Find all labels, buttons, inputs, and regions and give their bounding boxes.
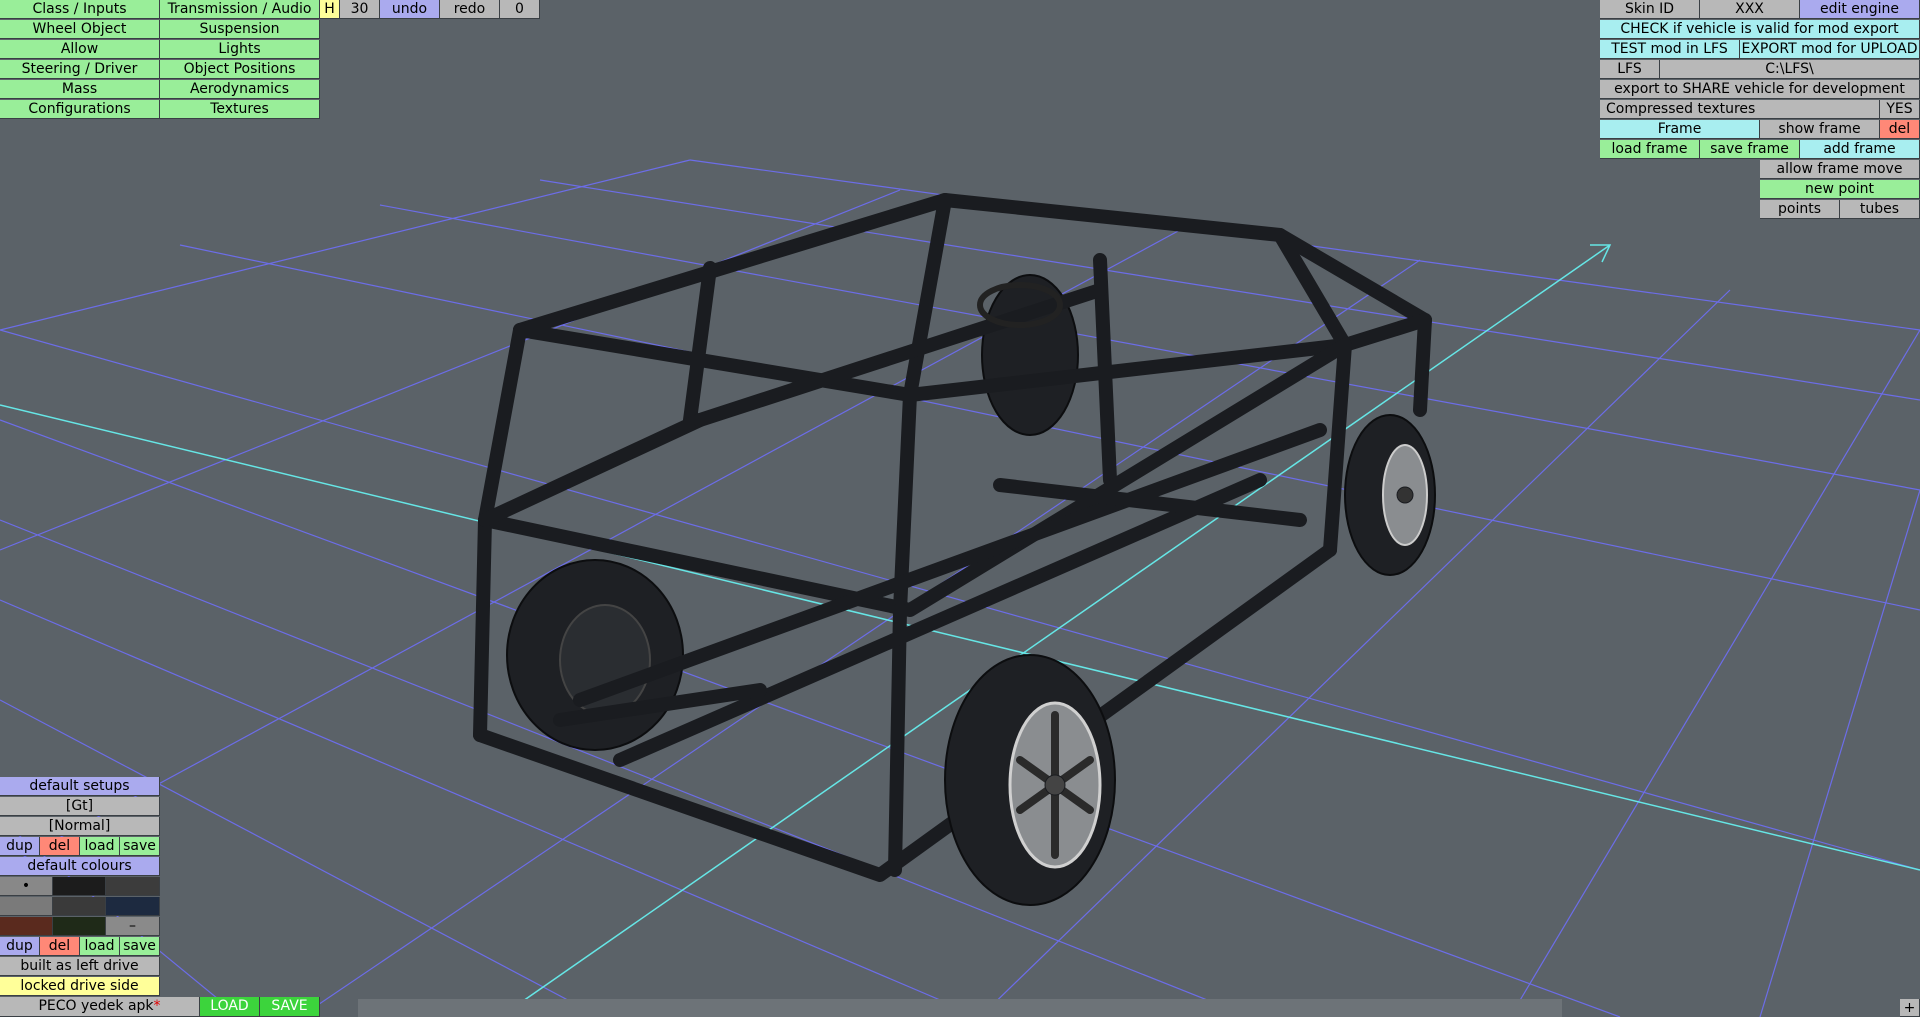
setup-gt-item[interactable]: [Gt] — [0, 797, 160, 816]
delete-frame-button[interactable]: del — [1880, 120, 1920, 139]
compressed-textures-label: Compressed textures — [1600, 100, 1880, 119]
setup-save-button[interactable]: save — [120, 837, 160, 856]
colour-swatch-1[interactable]: • — [0, 877, 53, 896]
colour-swatch-6[interactable] — [106, 897, 160, 916]
check-valid-button[interactable]: CHECK if vehicle is valid for mod export — [1600, 20, 1920, 39]
h-value-field[interactable]: 30 — [340, 0, 380, 19]
export-mod-button[interactable]: EXPORT mod for UPLOAD — [1740, 40, 1920, 59]
points-tab[interactable]: points — [1760, 200, 1840, 219]
filename-field[interactable]: PECO yedek apk* — [0, 997, 200, 1017]
test-mod-button[interactable]: TEST mod in LFS — [1600, 40, 1740, 59]
lights-button[interactable]: Lights — [160, 40, 320, 59]
wheel-front-left — [944, 654, 1116, 906]
horizontal-scrollbar[interactable] — [358, 999, 1562, 1017]
allow-frame-move-toggle[interactable]: allow frame move — [1760, 160, 1920, 179]
setup-dup-button[interactable]: dup — [0, 837, 40, 856]
colour-swatch-9[interactable]: – — [106, 917, 160, 936]
skin-id-field[interactable]: XXX — [1700, 0, 1800, 19]
redo-button[interactable]: redo — [440, 0, 500, 19]
skin-id-label: Skin ID — [1600, 0, 1700, 19]
default-colours-button[interactable]: default colours — [0, 857, 160, 876]
save-frame-button[interactable]: save frame — [1700, 140, 1800, 159]
show-frame-button[interactable]: show frame — [1760, 120, 1880, 139]
add-frame-button[interactable]: add frame — [1800, 140, 1920, 159]
ground-grid — [0, 159, 1920, 1017]
export-share-button[interactable]: export to SHARE vehicle for development — [1600, 80, 1920, 99]
configurations-button[interactable]: Configurations — [0, 100, 160, 119]
class-inputs-button[interactable]: Class / Inputs — [0, 0, 160, 19]
aerodynamics-button[interactable]: Aerodynamics — [160, 80, 320, 99]
frame-button[interactable]: Frame — [1600, 120, 1760, 139]
save-file-button[interactable]: SAVE — [260, 997, 320, 1017]
new-point-button[interactable]: new point — [1760, 180, 1920, 199]
load-frame-button[interactable]: load frame — [1600, 140, 1700, 159]
mass-button[interactable]: Mass — [0, 80, 160, 99]
lfs-path-field[interactable]: C:\LFS\ — [1660, 60, 1920, 79]
vehicle-frame[interactable] — [473, 193, 1436, 906]
wheel-front-right — [1344, 414, 1436, 576]
colour-save-button[interactable]: save — [120, 937, 160, 956]
colour-del-button[interactable]: del — [40, 937, 80, 956]
modified-indicator: * — [153, 998, 161, 1014]
edit-engine-button[interactable]: edit engine — [1800, 0, 1920, 19]
filename-text: PECO yedek apk — [38, 998, 154, 1014]
wheel-object-button[interactable]: Wheel Object — [0, 20, 160, 39]
suspension-button[interactable]: Suspension — [160, 20, 320, 39]
steering-driver-button[interactable]: Steering / Driver — [0, 60, 160, 79]
setup-load-button[interactable]: load — [80, 837, 120, 856]
h-toggle-button[interactable]: H — [320, 0, 340, 19]
undo-button[interactable]: undo — [380, 0, 440, 19]
default-setups-button[interactable]: default setups — [0, 777, 160, 796]
expand-button[interactable]: + — [1900, 999, 1920, 1017]
colour-swatch-7[interactable] — [0, 917, 53, 936]
colour-swatch-4[interactable] — [0, 897, 53, 916]
lfs-label: LFS — [1600, 60, 1660, 79]
colour-swatch-2[interactable] — [53, 877, 106, 896]
compressed-textures-toggle[interactable]: YES — [1880, 100, 1920, 119]
textures-button[interactable]: Textures — [160, 100, 320, 119]
object-positions-button[interactable]: Object Positions — [160, 60, 320, 79]
built-as-left-drive-toggle[interactable]: built as left drive — [0, 957, 160, 976]
setup-del-button[interactable]: del — [40, 837, 80, 856]
colour-swatch-8[interactable] — [53, 917, 106, 936]
load-file-button[interactable]: LOAD — [200, 997, 260, 1017]
allow-button[interactable]: Allow — [0, 40, 160, 59]
setup-normal-item[interactable]: [Normal] — [0, 817, 160, 836]
transmission-audio-button[interactable]: Transmission / Audio — [160, 0, 320, 19]
locked-drive-side-toggle[interactable]: locked drive side — [0, 977, 160, 996]
colour-swatch-3[interactable] — [106, 877, 160, 896]
colour-dup-button[interactable]: dup — [0, 937, 40, 956]
colour-load-button[interactable]: load — [80, 937, 120, 956]
tubes-tab[interactable]: tubes — [1840, 200, 1920, 219]
undo-counter: 0 — [500, 0, 540, 19]
colour-swatch-5[interactable] — [53, 897, 106, 916]
